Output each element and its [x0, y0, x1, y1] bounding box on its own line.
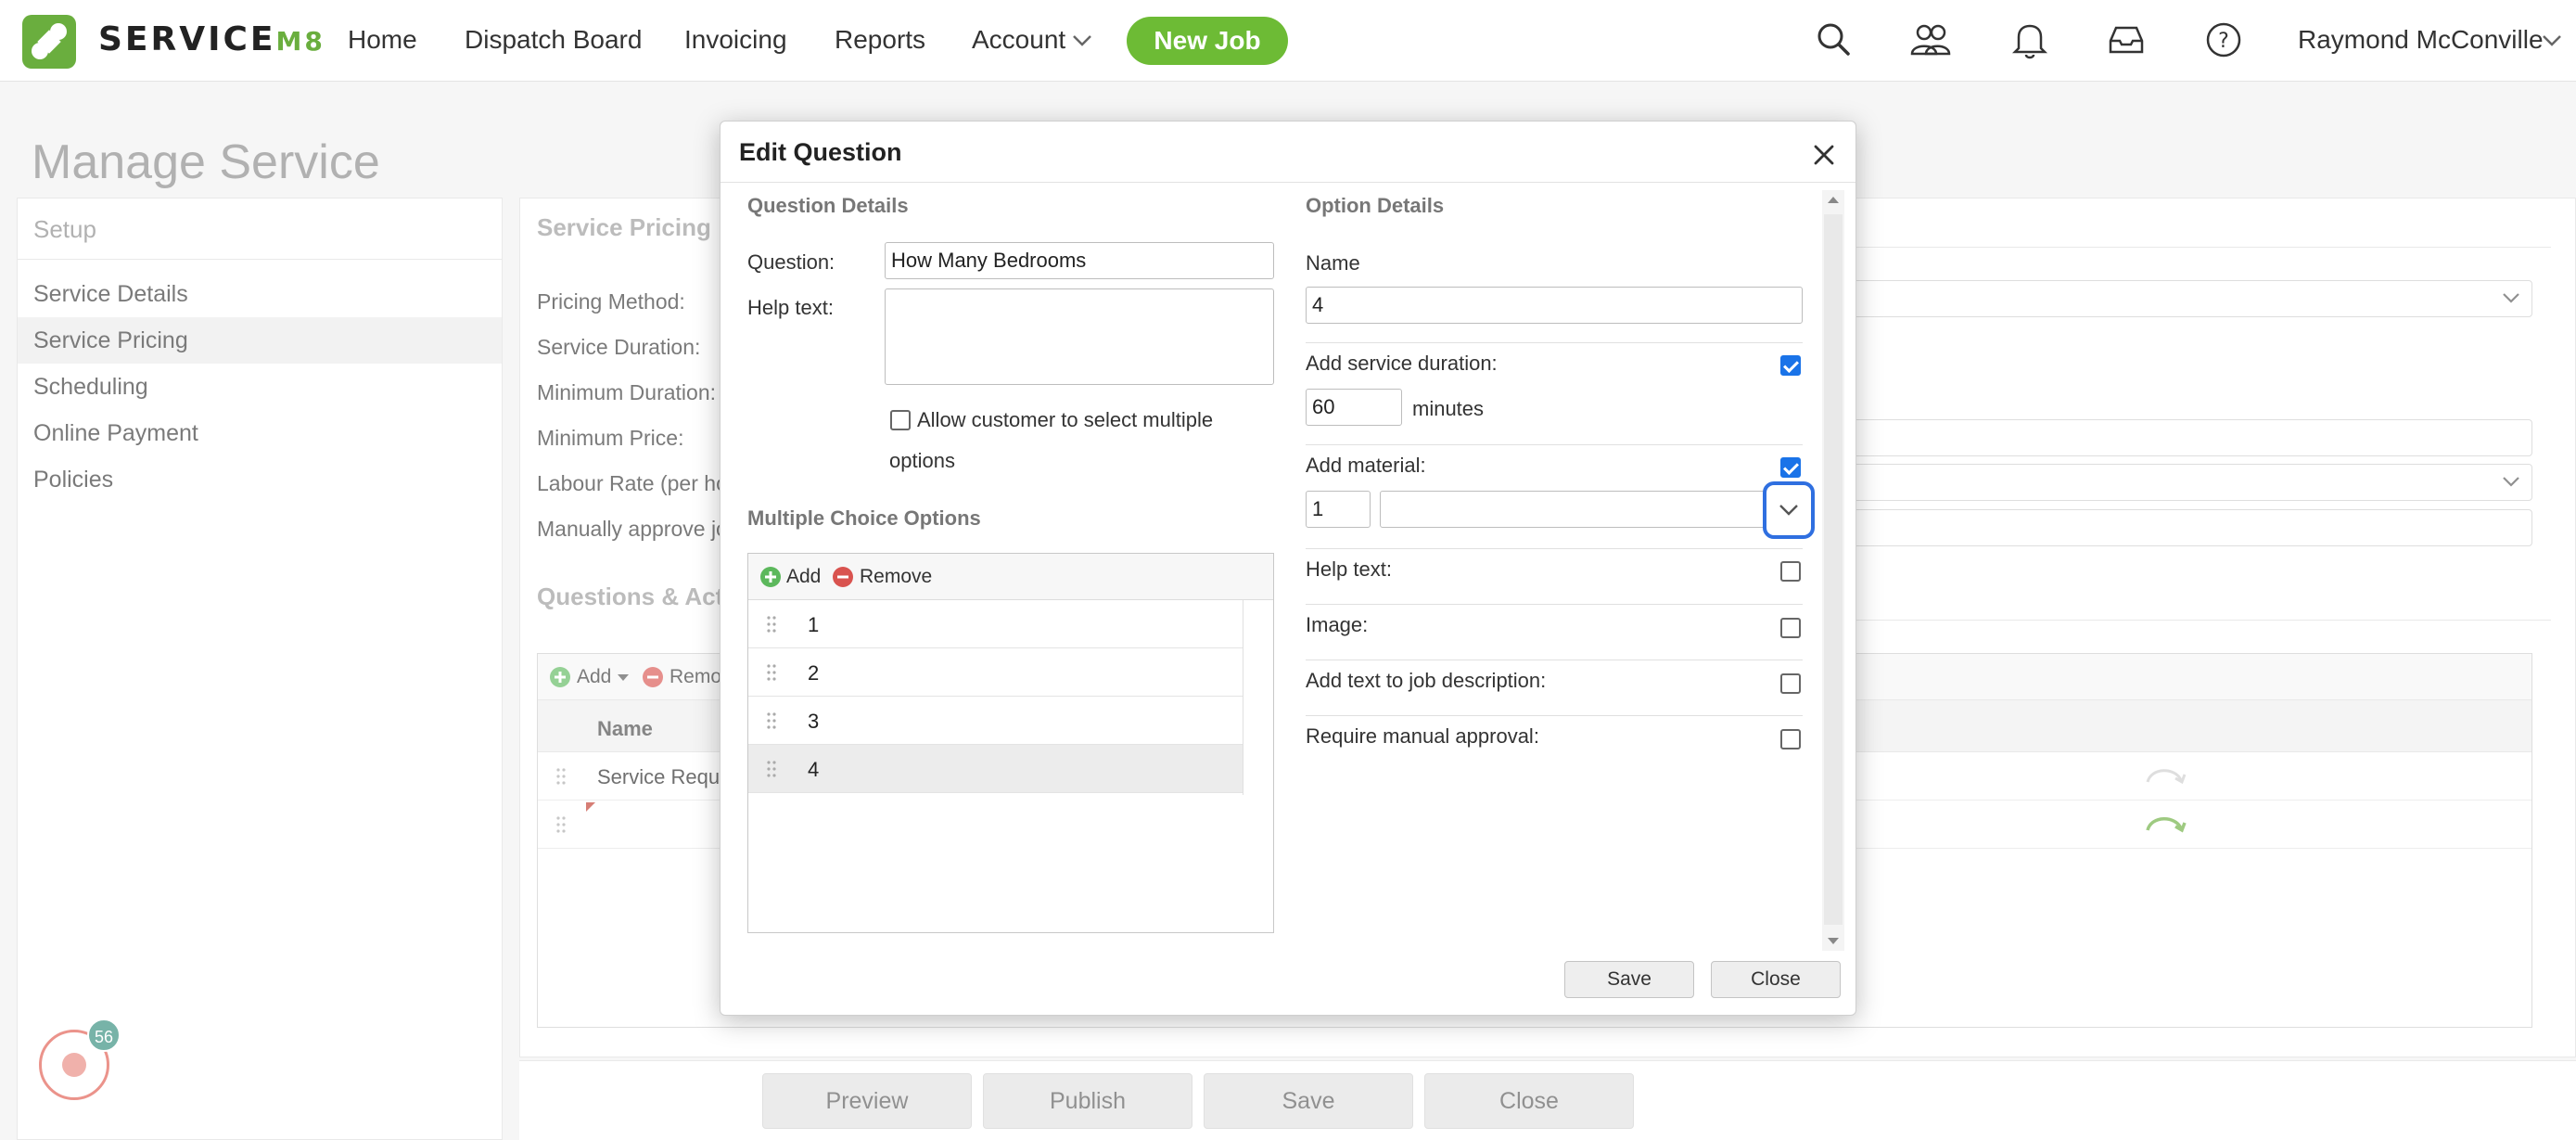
drag-handle-icon[interactable] [767, 760, 776, 778]
help-question-icon[interactable]: ? [2202, 19, 2245, 61]
multiple-choice-toolbar: Add Remove [748, 554, 1273, 600]
allow-multiple-label: Allow customer to select multiple [917, 408, 1214, 431]
option-name-label: Name [1306, 251, 1360, 275]
question-details-heading: Question Details [747, 194, 909, 217]
help-text-area[interactable] [885, 288, 1274, 385]
option-divider [1306, 548, 1803, 549]
duration-unit-label: minutes [1412, 397, 1485, 420]
allow-multiple-checkbox[interactable] [890, 410, 911, 430]
scroll-thumb[interactable] [1824, 214, 1843, 925]
account-chevron-down-icon[interactable] [1071, 33, 1093, 48]
drag-handle-icon[interactable] [767, 663, 776, 682]
service-duration-input[interactable] [1306, 389, 1402, 426]
drag-handle-icon[interactable] [767, 711, 776, 730]
multiple-choice-list: Add Remove 1 2 3 4 [747, 553, 1274, 933]
add-option-icon[interactable] [759, 566, 782, 588]
nav-reports[interactable]: Reports [835, 25, 925, 55]
edit-question-dialog: Edit Question Question Details Question:… [720, 121, 1856, 1016]
option-value: 4 [808, 758, 820, 781]
users-icon[interactable] [1909, 19, 1952, 61]
question-input[interactable] [885, 242, 1274, 279]
manual-approval-label: Require manual approval: [1306, 724, 1539, 748]
brand-wordmark: SERVICEM8 [98, 20, 325, 58]
chevron-down-icon [1779, 505, 1798, 516]
list-item-selected[interactable]: 4 [748, 745, 1243, 793]
add-material-label: Add material: [1306, 454, 1426, 477]
option-image-checkbox[interactable] [1780, 618, 1801, 638]
material-select[interactable] [1380, 491, 1803, 528]
allow-multiple-label-cont: options [889, 449, 955, 472]
option-help-text-label: Help text: [1306, 557, 1392, 581]
option-divider [1306, 715, 1803, 716]
option-divider [1306, 342, 1803, 343]
nav-account[interactable]: Account [972, 25, 1065, 55]
remove-option-button[interactable]: Remove [860, 566, 932, 588]
notifications-bell-icon[interactable] [2009, 19, 2051, 61]
list-item[interactable]: 2 [748, 648, 1243, 697]
dialog-scrollbar[interactable] [1822, 190, 1844, 951]
help-text-label: Help text: [747, 296, 834, 319]
list-item[interactable]: 3 [748, 697, 1243, 745]
brand-suffix: M8 [275, 26, 325, 57]
scroll-down-icon[interactable] [1828, 938, 1839, 945]
material-dropdown-button[interactable] [1763, 481, 1815, 539]
svg-text:?: ? [2218, 30, 2229, 53]
material-quantity-input[interactable] [1306, 491, 1371, 528]
option-value: 2 [808, 661, 820, 685]
option-name-input[interactable] [1306, 287, 1803, 324]
search-icon[interactable] [1813, 19, 1855, 61]
user-chevron-down-icon[interactable] [2541, 33, 2563, 48]
nav-invoicing[interactable]: Invoicing [684, 25, 787, 55]
dialog-title: Edit Question [739, 138, 902, 166]
inbox-icon[interactable] [2105, 19, 2148, 61]
dialog-save-button[interactable]: Save [1564, 961, 1694, 998]
top-navigation-bar: SERVICEM8 Home Dispatch Board Invoicing … [0, 0, 2576, 82]
option-help-text-checkbox[interactable] [1780, 561, 1801, 582]
add-job-description-label: Add text to job description: [1306, 669, 1547, 692]
user-menu-name[interactable]: Raymond McConville [2298, 25, 2544, 55]
nav-home[interactable]: Home [348, 25, 417, 55]
add-service-duration-checkbox[interactable] [1780, 355, 1801, 376]
add-option-button[interactable]: Add [786, 566, 821, 588]
servicem8-logo-icon[interactable] [22, 15, 76, 69]
add-material-checkbox[interactable] [1780, 457, 1801, 478]
add-job-description-checkbox[interactable] [1780, 673, 1801, 694]
option-divider [1306, 444, 1803, 445]
brand-word: SERVICE [98, 20, 276, 58]
option-details-heading: Option Details [1306, 194, 1445, 217]
drag-handle-icon[interactable] [767, 615, 776, 634]
remove-option-icon[interactable] [832, 566, 854, 588]
manual-approval-checkbox[interactable] [1780, 729, 1801, 749]
option-value: 1 [808, 613, 820, 636]
scroll-up-icon[interactable] [1828, 196, 1839, 203]
question-label: Question: [747, 250, 835, 274]
option-image-label: Image: [1306, 613, 1369, 636]
add-service-duration-label: Add service duration: [1306, 352, 1498, 375]
list-item[interactable]: 1 [748, 600, 1243, 648]
close-icon[interactable] [1809, 140, 1839, 170]
new-job-button[interactable]: New Job [1127, 17, 1288, 65]
dialog-close-button[interactable]: Close [1711, 961, 1841, 998]
multiple-choice-heading: Multiple Choice Options [747, 506, 981, 530]
nav-dispatch-board[interactable]: Dispatch Board [465, 25, 642, 55]
dialog-header: Edit Question [721, 122, 1855, 183]
option-divider [1306, 604, 1803, 605]
option-value: 3 [808, 710, 820, 733]
